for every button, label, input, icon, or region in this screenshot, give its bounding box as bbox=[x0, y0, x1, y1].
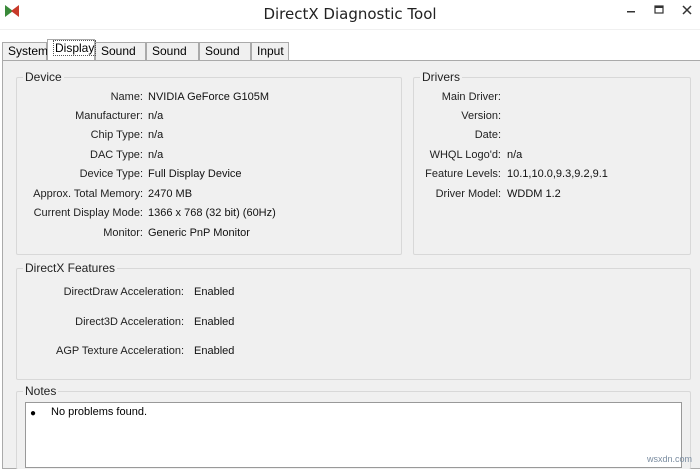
feature-row: Direct3D Acceleration: Enabled bbox=[17, 316, 690, 332]
field-value: Enabled bbox=[194, 286, 235, 298]
field-value: 2470 MB bbox=[148, 188, 193, 200]
group-title: Drivers bbox=[420, 70, 462, 84]
group-title: Notes bbox=[23, 384, 59, 398]
field-value: NVIDIA GeForce G105M bbox=[148, 91, 270, 103]
feature-row: AGP Texture Acceleration: Enabled bbox=[17, 345, 690, 361]
driver-row: Main Driver: bbox=[414, 91, 690, 107]
field-label: Feature Levels: bbox=[425, 168, 501, 180]
tab-sound-3[interactable]: Sound 3 bbox=[199, 42, 251, 74]
bullet-icon: ● bbox=[30, 408, 37, 419]
field-value: Generic PnP Monitor bbox=[148, 227, 250, 239]
field-label: Driver Model: bbox=[435, 188, 501, 200]
directx-features-group: DirectX Features DirectDraw Acceleration… bbox=[16, 261, 691, 380]
field-label: DAC Type: bbox=[90, 149, 143, 161]
driver-row: Feature Levels: 10.1,10.0,9.3,9.2,9.1 bbox=[414, 168, 690, 184]
field-value: n/a bbox=[507, 149, 523, 161]
device-row: Name: NVIDIA GeForce G105M bbox=[17, 91, 401, 107]
field-label: Direct3D Acceleration: bbox=[75, 316, 184, 328]
field-label: Monitor: bbox=[103, 227, 143, 239]
field-label: Chip Type: bbox=[90, 129, 143, 141]
maximize-icon bbox=[654, 5, 664, 14]
tab-label: Display bbox=[53, 40, 97, 56]
tab-label: Input bbox=[257, 44, 284, 58]
device-row: Approx. Total Memory: 2470 MB bbox=[17, 188, 401, 204]
field-value: WDDM 1.2 bbox=[507, 188, 561, 200]
group-title: Device bbox=[23, 70, 64, 84]
driver-row: Date: bbox=[414, 129, 690, 145]
field-label: Main Driver: bbox=[441, 91, 501, 103]
field-label: Name: bbox=[110, 91, 143, 103]
field-label: Current Display Mode: bbox=[33, 207, 143, 219]
watermark-text: wsxdn.com bbox=[646, 454, 692, 464]
notes-textbox[interactable]: ● No problems found. bbox=[25, 402, 682, 468]
field-label: Date: bbox=[474, 129, 501, 141]
driver-row: Version: bbox=[414, 110, 690, 126]
driver-row: WHQL Logo'd: n/a bbox=[414, 149, 690, 165]
field-label: DirectDraw Acceleration: bbox=[63, 286, 184, 298]
group-title: DirectX Features bbox=[23, 261, 118, 275]
field-value: 10.1,10.0,9.3,9.2,9.1 bbox=[507, 168, 608, 180]
field-value: Enabled bbox=[194, 316, 235, 328]
tab-sound-1[interactable]: Sound 1 bbox=[95, 42, 146, 74]
field-label: Approx. Total Memory: bbox=[33, 188, 143, 200]
device-row: Device Type: Full Display Device bbox=[17, 168, 401, 184]
field-value: 1366 x 768 (32 bit) (60Hz) bbox=[148, 207, 276, 219]
device-row: Manufacturer: n/a bbox=[17, 110, 401, 126]
field-label: Version: bbox=[461, 110, 501, 122]
note-item: No problems found. bbox=[51, 406, 147, 418]
close-icon bbox=[682, 5, 692, 15]
window-title: DirectX Diagnostic Tool bbox=[263, 5, 437, 23]
notes-group: Notes ● No problems found. bbox=[16, 384, 691, 469]
field-value: n/a bbox=[148, 129, 164, 141]
drivers-group: Drivers Main Driver: Version: Date: WHQL… bbox=[413, 70, 691, 255]
field-value: n/a bbox=[148, 149, 164, 161]
minimize-icon bbox=[627, 11, 635, 13]
field-label: AGP Texture Acceleration: bbox=[56, 345, 184, 357]
tab-label: System bbox=[8, 44, 49, 58]
tab-system[interactable]: System bbox=[2, 42, 49, 60]
device-row: DAC Type: n/a bbox=[17, 149, 401, 165]
tab-input[interactable]: Input bbox=[251, 42, 289, 60]
field-value: Full Display Device bbox=[148, 168, 242, 180]
field-label: Manufacturer: bbox=[75, 110, 143, 122]
driver-row: Driver Model: WDDM 1.2 bbox=[414, 188, 690, 204]
title-bar: DirectX Diagnostic Tool bbox=[0, 0, 700, 30]
device-row: Monitor: Generic PnP Monitor bbox=[17, 227, 401, 243]
device-group: Device Name: NVIDIA GeForce G105M Manufa… bbox=[16, 70, 402, 255]
field-value: n/a bbox=[148, 110, 164, 122]
tab-display[interactable]: Display bbox=[47, 39, 97, 60]
tab-strip: System Display Sound 1 Sound 2 Sound 3 I… bbox=[0, 38, 700, 74]
device-row: Current Display Mode: 1366 x 768 (32 bit… bbox=[17, 207, 401, 223]
field-label: WHQL Logo'd: bbox=[429, 149, 501, 161]
field-value: Enabled bbox=[194, 345, 235, 357]
display-tab-panel: Device Name: NVIDIA GeForce G105M Manufa… bbox=[2, 60, 700, 469]
device-row: Chip Type: n/a bbox=[17, 129, 401, 145]
feature-row: DirectDraw Acceleration: Enabled bbox=[17, 286, 690, 302]
close-button[interactable] bbox=[674, 0, 700, 20]
minimize-button[interactable] bbox=[618, 0, 644, 20]
maximize-button[interactable] bbox=[646, 0, 672, 20]
tab-sound-2[interactable]: Sound 2 bbox=[146, 42, 199, 74]
field-label: Device Type: bbox=[79, 168, 143, 180]
